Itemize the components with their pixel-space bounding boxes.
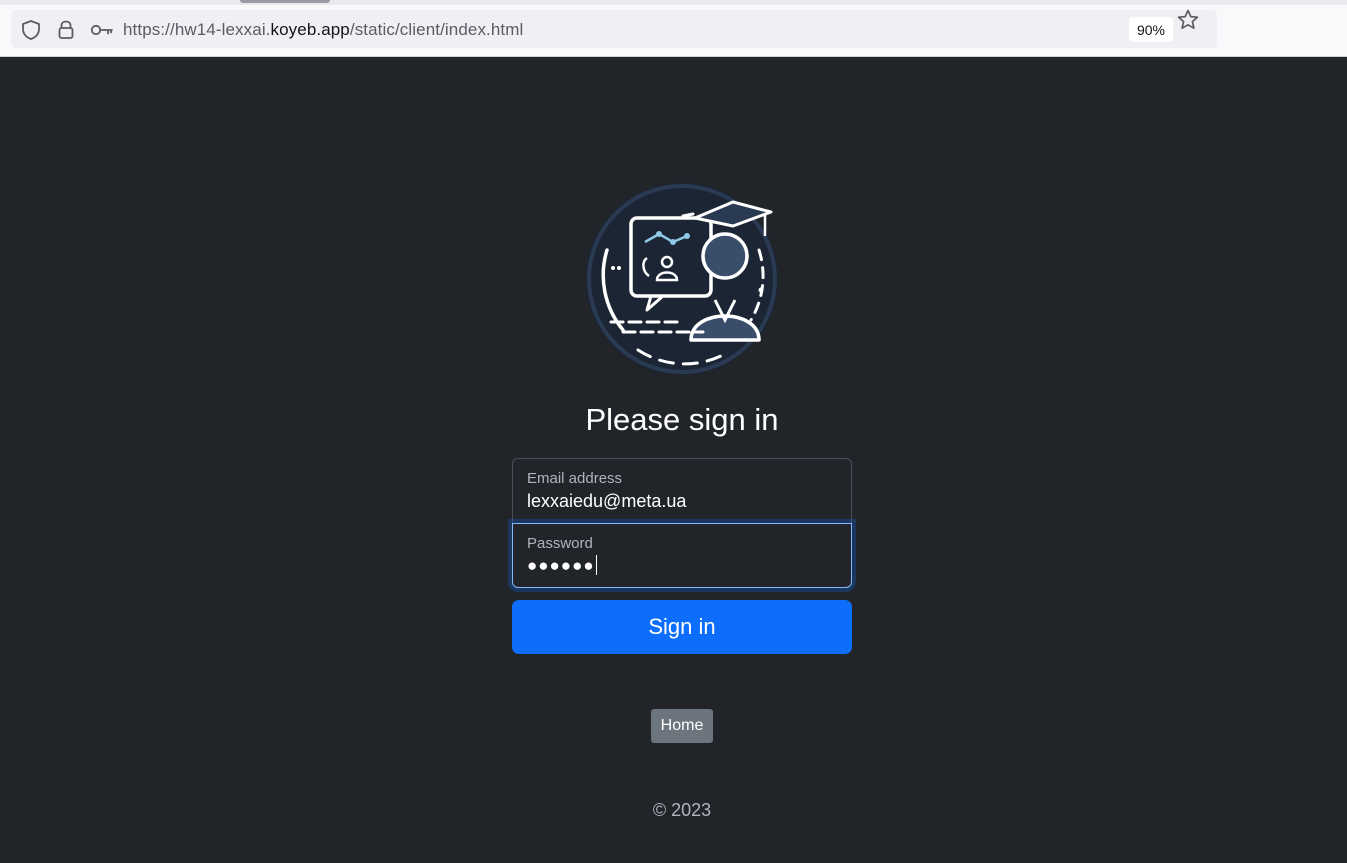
url-prefix: https://hw14-lexxai. — [123, 20, 271, 39]
email-field[interactable]: Email address lexxaiedu@meta.ua — [512, 458, 852, 523]
password-value[interactable]: ●●●●●● — [527, 555, 597, 576]
url-domain: koyeb.app — [270, 20, 350, 39]
url-text[interactable]: https://hw14-lexxai.koyeb.app/static/cli… — [123, 20, 523, 40]
browser-toolbar: https://hw14-lexxai.koyeb.app/static/cli… — [0, 0, 1347, 57]
star-icon[interactable] — [1176, 8, 1200, 32]
address-bar[interactable]: https://hw14-lexxai.koyeb.app/static/cli… — [11, 10, 1217, 48]
sign-in-button[interactable]: Sign in — [512, 600, 852, 654]
url-path: /static/client/index.html — [349, 20, 524, 39]
password-field[interactable]: Password ●●●●●● — [512, 523, 852, 588]
email-label: Email address — [527, 470, 623, 487]
shield-icon[interactable] — [20, 19, 42, 41]
page-title: Please sign in — [585, 402, 779, 437]
zoom-level-badge[interactable]: 90% — [1129, 17, 1173, 42]
email-value[interactable]: lexxaiedu@meta.ua — [527, 491, 686, 512]
footer-copyright: © 2023 — [652, 800, 712, 820]
key-icon[interactable] — [89, 19, 115, 41]
password-label: Password — [527, 535, 593, 552]
tab-strip — [0, 0, 1347, 5]
text-caret — [595, 555, 597, 575]
password-mask: ●●●●●● — [527, 556, 595, 575]
home-button[interactable]: Home — [651, 709, 713, 743]
lock-icon[interactable] — [55, 19, 77, 41]
active-tab[interactable] — [240, 0, 330, 3]
graduate-presentation-logo — [583, 180, 781, 378]
